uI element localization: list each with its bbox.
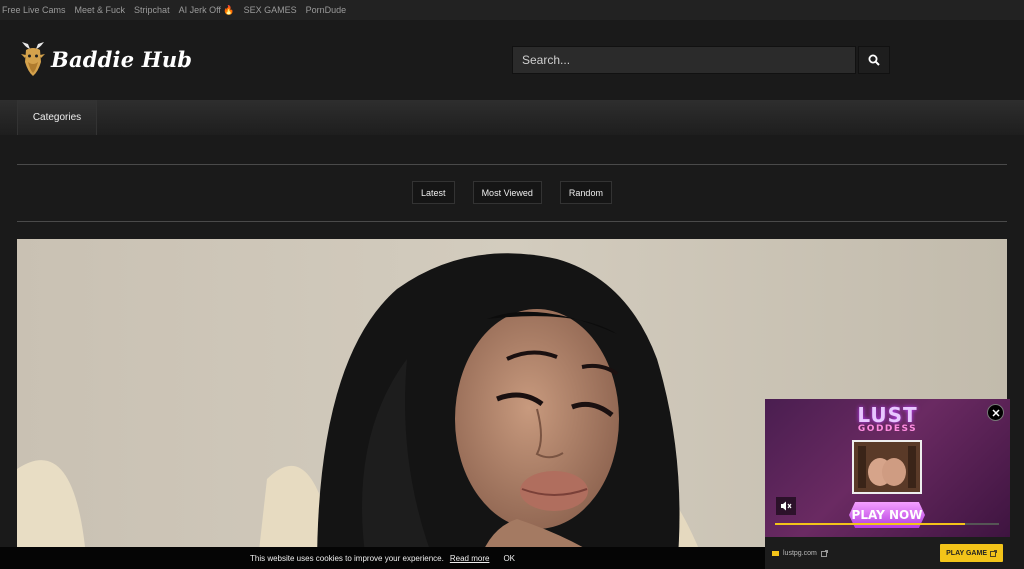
site-logo[interactable]: Baddie Hub (18, 40, 192, 78)
top-links-bar: Free Live Cams Meet & Fuck Stripchat AI … (0, 0, 1024, 20)
close-icon (991, 408, 1000, 417)
site-name: Baddie Hub (51, 46, 193, 72)
divider-top (17, 164, 1007, 165)
cookie-message: This website uses cookies to improve you… (249, 553, 444, 563)
nav-categories[interactable]: Categories (17, 100, 97, 135)
filter-latest[interactable]: Latest (412, 181, 455, 204)
ad-progress-fill (775, 523, 966, 525)
divider-bottom (17, 221, 1007, 222)
top-link-stripchat[interactable]: Stripchat (134, 5, 170, 15)
ad-domain[interactable]: lustpg.com (772, 550, 828, 557)
mute-icon (781, 501, 792, 511)
main-nav: Categories (0, 100, 1024, 135)
mute-button[interactable] (776, 497, 796, 515)
filter-random[interactable]: Random (559, 181, 612, 204)
ad-popup[interactable]: LUST GODDESS PLAY NOW lustpg.com PLAY GA… (765, 399, 1010, 569)
external-link-icon (990, 549, 997, 557)
ad-play-game-label: PLAY GAME (946, 549, 987, 557)
top-link-porndude[interactable]: PornDude (306, 5, 347, 15)
ad-creative[interactable]: LUST GODDESS PLAY NOW (765, 399, 1010, 537)
ad-thumbnail (852, 440, 922, 494)
cookie-read-more-link[interactable]: Read more (450, 554, 490, 563)
top-link-free-live-cams[interactable]: Free Live Cams (2, 5, 66, 15)
filter-most-viewed[interactable]: Most Viewed (472, 181, 542, 204)
search-button[interactable] (858, 46, 890, 74)
site-header: Baddie Hub (0, 20, 1024, 100)
top-link-ai-jerk-off[interactable]: AI Jerk Off 🔥 (179, 5, 235, 16)
search-input[interactable] (512, 46, 856, 74)
cookie-banner: This website uses cookies to improve you… (0, 547, 765, 569)
ad-play-game-button[interactable]: PLAY GAME (940, 544, 1003, 562)
cookie-ok-button[interactable]: OK (503, 554, 515, 563)
ad-footer: lustpg.com PLAY GAME (765, 537, 1010, 569)
mail-icon (772, 550, 779, 556)
external-link-icon (820, 549, 828, 557)
ad-domain-text: lustpg.com (783, 549, 817, 557)
ad-brand-subtitle: GODDESS (857, 424, 918, 434)
top-link-meet-fuck[interactable]: Meet & Fuck (75, 5, 126, 15)
ad-close-button[interactable] (987, 404, 1004, 421)
ad-progress-bar (775, 523, 999, 525)
top-link-sex-games[interactable]: SEX GAMES (244, 5, 297, 15)
ad-thumbnail-image (854, 442, 920, 492)
search-bar (512, 46, 890, 74)
search-icon (868, 54, 880, 66)
goat-logo-icon (21, 42, 45, 76)
video-filters: Latest Most Viewed Random (0, 181, 1024, 204)
